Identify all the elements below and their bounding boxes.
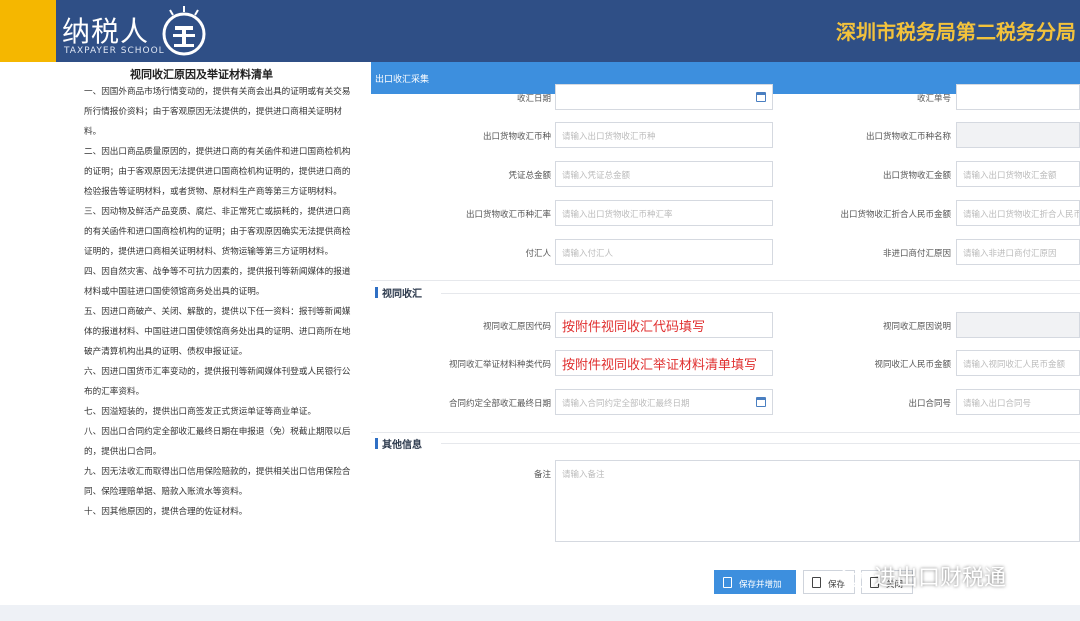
final-receipt-date-field[interactable]: 请输入合同约定全部收汇最终日期: [555, 389, 773, 415]
field-label: 出口货物收汇币种汇率: [465, 210, 551, 220]
logo-subtitle: TAXPAYER SCHOOL: [64, 46, 165, 56]
section-heading-other: 其他信息: [375, 436, 422, 451]
payer-field[interactable]: 请输入付汇人: [555, 239, 773, 265]
field-label: 凭证总金额: [508, 171, 551, 181]
save-icon: [723, 577, 732, 588]
field-label: 出口合同号: [908, 399, 951, 409]
non-importer-reason-field[interactable]: 请输入非进口商付汇原因: [956, 239, 1080, 265]
document-paragraph: 四、因自然灾害、战争等不可抗力因素的，提供报刊等新闻媒体的报道材料或中国驻进口国…: [84, 267, 351, 297]
field-label: 出口货物收汇币种: [482, 132, 551, 142]
currency-name-field: [956, 122, 1080, 148]
field-label: 收汇单号: [916, 94, 951, 104]
form-row: 视同收汇举证材料种类代码 按附件视同收汇举证材料清单填写 视同收汇人民币金额 请…: [371, 350, 1080, 376]
form-row: 付汇人 请输入付汇人 非进口商付汇原因 请输入非进口商付汇原因: [371, 239, 1080, 265]
remark-label: 备注: [533, 470, 551, 480]
save-and-add-label: 保存并增加: [739, 580, 782, 590]
watermark-text: 进出口财税通: [874, 566, 1007, 591]
logo-text: 纳税人: [62, 15, 150, 48]
form-row: 合同约定全部收汇最终日期 请输入合同约定全部收汇最终日期 出口合同号 请输入出口…: [371, 389, 1080, 415]
form-row: 出口货物收汇币种 请输入出口货物收汇币种 出口货物收汇币种名称: [371, 122, 1080, 148]
wechat-icon: [840, 567, 869, 588]
reference-document: 视同收汇原因及举证材料清单 一、因国外商品市场行情变动的，提供有关商会出具的证明…: [0, 62, 363, 605]
final-receipt-date-placeholder: 请输入合同约定全部收汇最终日期: [562, 399, 690, 409]
field-label: 视同收汇举证材料种类代码: [448, 360, 551, 370]
form-row: 收汇日期 收汇单号: [371, 84, 1080, 110]
evidence-type-code-field[interactable]: 按附件视同收汇举证材料清单填写: [555, 350, 773, 376]
watermark: 进出口财税通: [840, 560, 1006, 592]
document-paragraph: 七、因溢短装的，提供出口商签发正式货运单证等商业单证。: [84, 407, 317, 417]
field-label: 视同收汇人民币金额: [874, 360, 951, 370]
field-label: 非进口商付汇原因: [882, 249, 951, 259]
document-paragraph: 三、因动物及鲜活产品变质、腐烂、非正常死亡或损耗的，提供进口商的有关函件和进口国…: [84, 207, 351, 257]
section-divider: [371, 280, 1080, 281]
deemed-reason-code-field[interactable]: 按附件视同收汇代码填写: [555, 312, 773, 338]
field-label: 收汇日期: [516, 94, 551, 104]
calendar-icon[interactable]: [756, 397, 766, 407]
field-label: 视同收汇原因说明: [882, 322, 951, 332]
header-bar: 纳税人 TAXPAYER SCHOOL 深圳市税务局第二税务分局: [0, 0, 1080, 62]
receipt-amount-field[interactable]: 请输入出口货物收汇金额: [956, 161, 1080, 187]
document-paragraph: 八、因出口合同约定全部收汇最终日期在申报退（免）税截止期限以后的，提供出口合同。: [84, 427, 351, 457]
save-and-add-button[interactable]: 保存并增加: [714, 570, 796, 594]
rmb-amount-field[interactable]: 请输入出口货物收汇折合人民币: [956, 200, 1080, 226]
voucher-total-field[interactable]: 请输入凭证总金额: [555, 161, 773, 187]
section-divider: [441, 443, 1080, 444]
field-label: 出口货物收汇折合人民币金额: [840, 210, 951, 220]
remark-textarea[interactable]: 请输入备注: [555, 460, 1080, 542]
deemed-rmb-amount-field[interactable]: 请输入视同收汇人民币金额: [956, 350, 1080, 376]
field-label: 视同收汇原因代码: [482, 322, 551, 332]
logo-icon: [162, 6, 206, 56]
document-paragraph: 二、因出口商品质量原因的，提供进口商的有关函件和进口国商检机构的证明；由于客观原…: [84, 147, 351, 197]
field-label: 合同约定全部收汇最终日期: [448, 399, 551, 409]
field-label: 付汇人: [525, 249, 551, 259]
deemed-reason-desc-field: [956, 312, 1080, 338]
bureau-name: 深圳市税务局第二税务分局: [836, 20, 1076, 44]
section-heading-deemed-receipt: 视同收汇: [375, 285, 422, 300]
field-label: 出口货物收汇币种名称: [865, 132, 951, 142]
exchange-rate-field[interactable]: 请输入出口货物收汇币种汇率: [555, 200, 773, 226]
document-paragraph: 九、因无法收汇而取得出口信用保险赔款的，提供相关出口信用保险合同、保险理赔单据、…: [84, 467, 351, 497]
receipt-date-field[interactable]: [555, 84, 773, 110]
export-receipt-form: 出口收汇采集 收汇日期 收汇单号 出口货物收汇币种 请输入出口货物收汇币种 出口…: [371, 62, 1080, 605]
document-paragraph: 一、因国外商品市场行情变动的，提供有关商会出具的证明或有关交易所行情报价资料；由…: [84, 87, 351, 137]
section-divider: [371, 432, 1080, 433]
form-row: 出口货物收汇币种汇率 请输入出口货物收汇币种汇率 出口货物收汇折合人民币金额 请…: [371, 200, 1080, 226]
currency-field[interactable]: 请输入出口货物收汇币种: [555, 122, 773, 148]
field-label: 出口货物收汇金额: [882, 171, 951, 181]
brand-tab: [0, 0, 56, 62]
page: 纳税人 TAXPAYER SCHOOL 深圳市税务局第二税务分局 视同收汇原因及…: [0, 0, 1080, 621]
contract-number-field[interactable]: 请输入出口合同号: [956, 389, 1080, 415]
document-paragraph: 五、因进口商破产、关闭、解散的，提供以下任一资料：报刊等新闻媒体的报道材料、中国…: [84, 307, 351, 357]
bottom-strip: [0, 605, 1080, 621]
receipt-number-field[interactable]: [956, 84, 1080, 110]
document-paragraph: 十、因其他原因的，提供合理的佐证材料。: [84, 507, 248, 517]
calendar-icon[interactable]: [756, 92, 766, 102]
document-title: 视同收汇原因及举证材料清单: [130, 68, 273, 81]
document-paragraph: 六、因进口国货币汇率变动的，提供报刊等新闻媒体刊登或人民银行公布的汇率资料。: [84, 367, 351, 397]
form-row: 视同收汇原因代码 按附件视同收汇代码填写 视同收汇原因说明: [371, 312, 1080, 338]
save-icon: [812, 577, 821, 588]
section-divider: [441, 293, 1080, 294]
form-row: 凭证总金额 请输入凭证总金额 出口货物收汇金额 请输入出口货物收汇金额: [371, 161, 1080, 187]
